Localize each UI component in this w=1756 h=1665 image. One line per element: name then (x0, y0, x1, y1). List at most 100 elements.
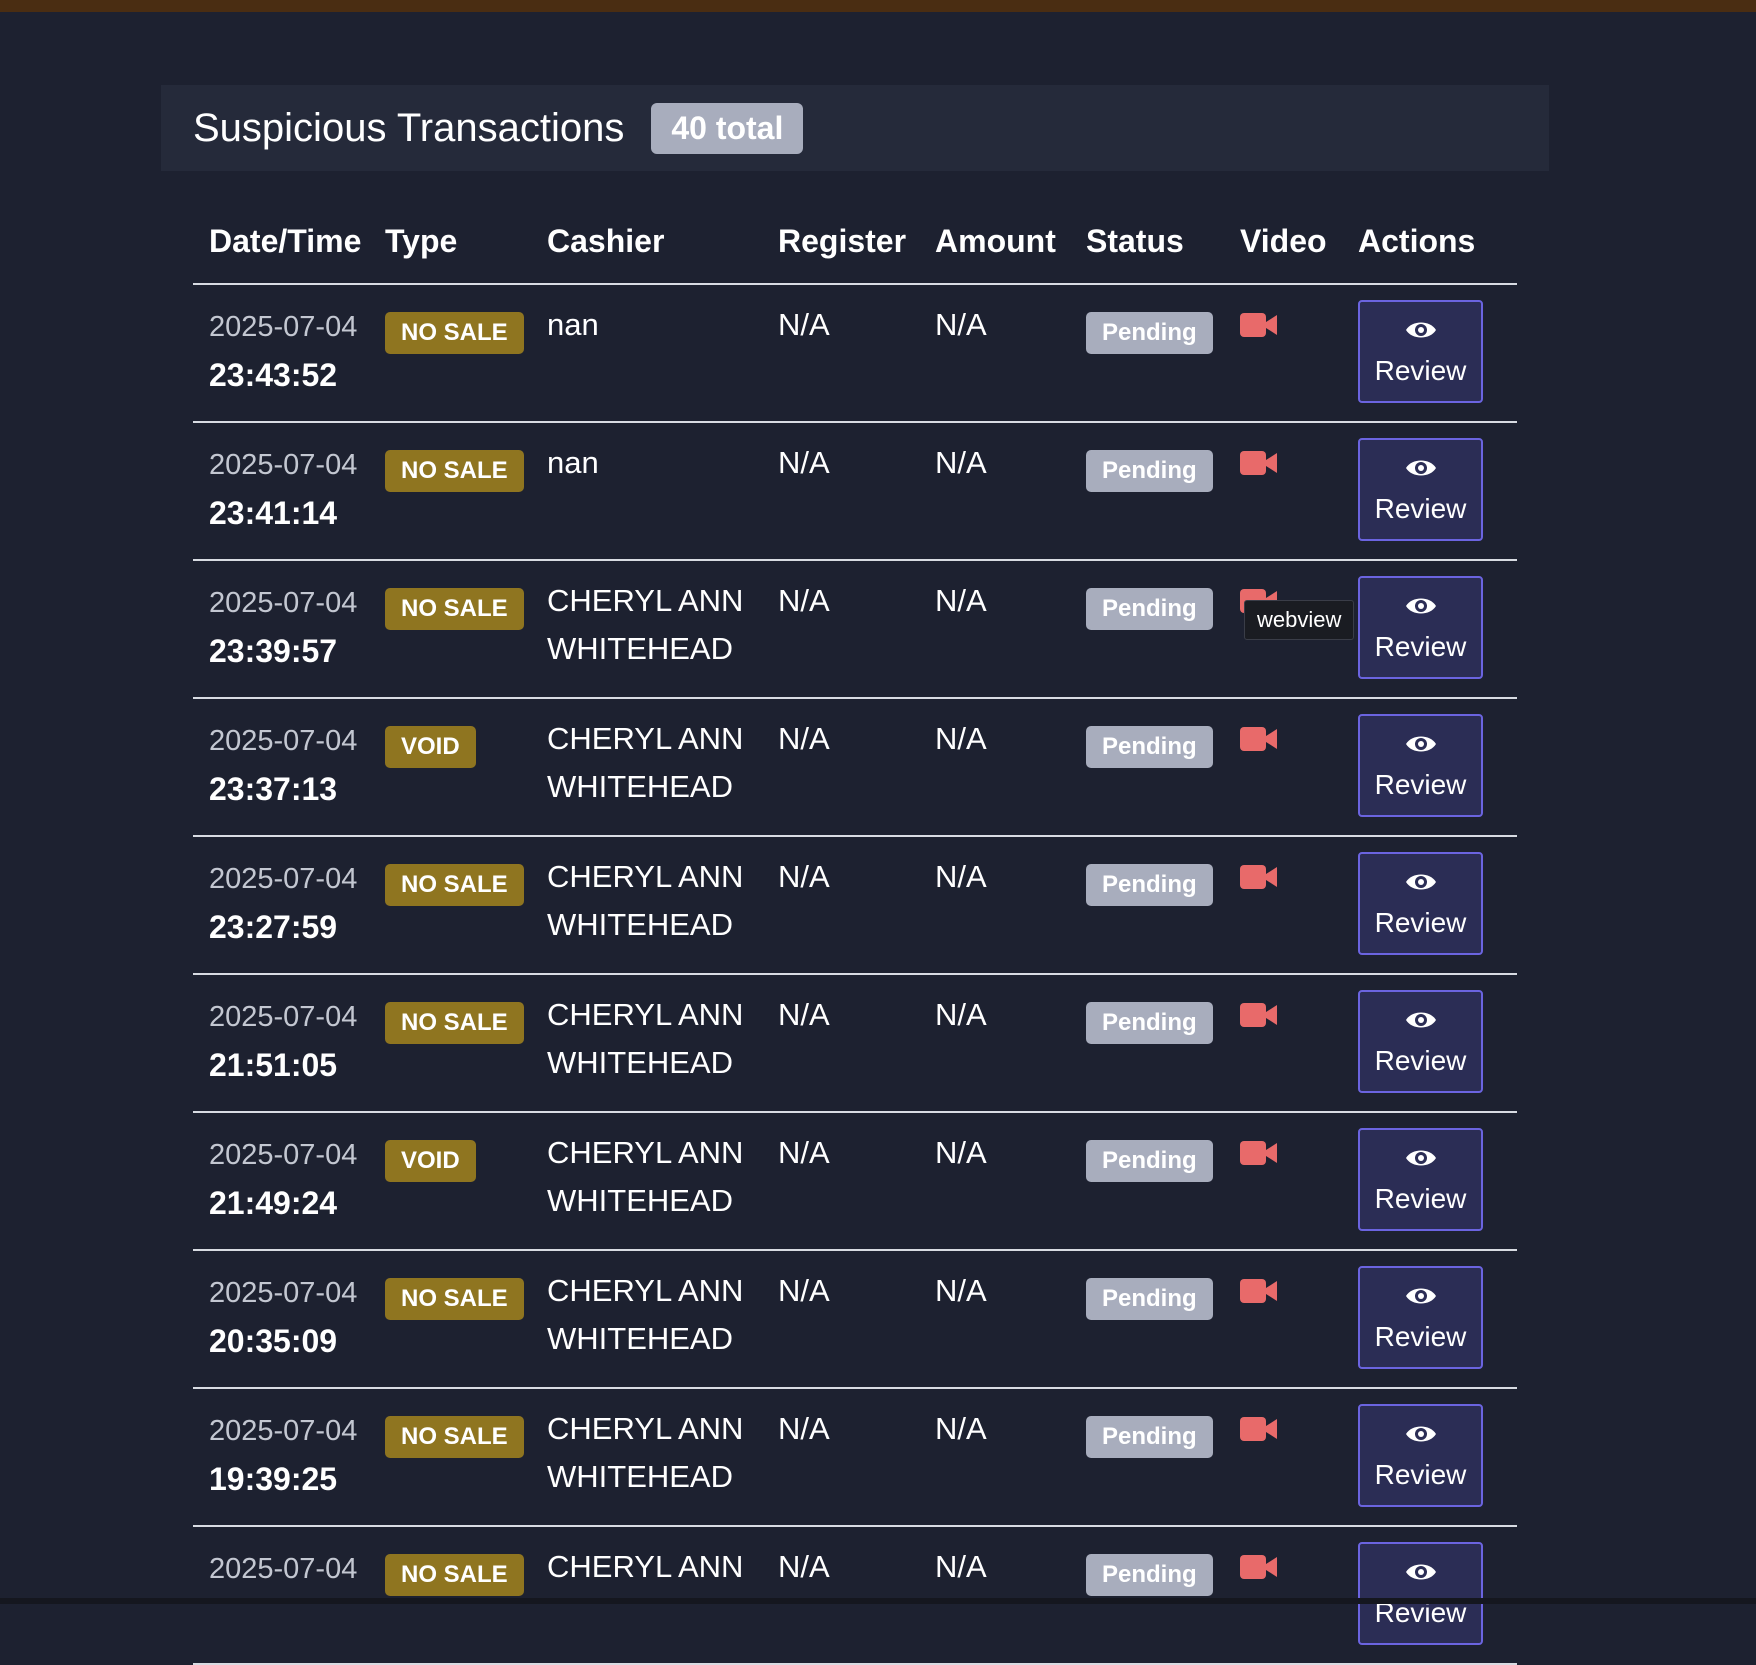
register-cell: N/A (778, 975, 935, 1111)
eye-icon (1404, 1007, 1438, 1039)
cashier-name-line: CHERYL ANN (547, 997, 744, 1032)
video-camera-icon[interactable] (1240, 864, 1278, 895)
amount-cell: N/A (935, 1527, 1086, 1663)
review-button[interactable]: Review (1358, 990, 1483, 1093)
column-header-video: Video (1240, 222, 1327, 259)
suspicious-transactions-panel: Suspicious Transactions 40 total Date/Ti… (161, 85, 1549, 1665)
type-cell: NO SALE (385, 1389, 547, 1525)
status-cell: Pending (1086, 561, 1240, 697)
type-badge: NO SALE (385, 864, 524, 906)
review-button[interactable]: Review (1358, 1266, 1483, 1369)
review-button[interactable]: Review (1358, 852, 1483, 955)
actions-cell: Review (1358, 837, 1517, 973)
type-cell: NO SALE (385, 423, 547, 559)
register-value: N/A (778, 1135, 830, 1170)
datetime-cell: 2025-07-04 23:41:14 (193, 423, 385, 559)
amount-value: N/A (935, 859, 987, 894)
register-cell: N/A (778, 1527, 935, 1663)
datetime-cell: 2025-07-04 19:39:25 (193, 1389, 385, 1525)
register-cell: N/A (778, 423, 935, 559)
panel-title: Suspicious Transactions (193, 105, 625, 150)
type-cell: NO SALE (385, 561, 547, 697)
review-label: Review (1374, 906, 1467, 938)
video-cell (1240, 423, 1358, 559)
status-badge: Pending (1086, 1002, 1213, 1044)
column-header-actions: Actions (1358, 222, 1476, 259)
amount-value: N/A (935, 445, 987, 480)
time-text: 23:27:59 (209, 909, 338, 945)
type-badge: NO SALE (385, 450, 524, 492)
video-camera-icon[interactable] (1240, 312, 1278, 343)
time-text: 21:51:05 (209, 1047, 338, 1083)
video-camera-icon[interactable] (1240, 726, 1278, 757)
date-text: 2025-07-04 (209, 449, 358, 481)
column-header-register: Register (778, 222, 907, 259)
date-text: 2025-07-04 (209, 1001, 358, 1033)
type-cell: VOID (385, 1113, 547, 1249)
status-badge: Pending (1086, 726, 1213, 768)
bottom-scroll-track (0, 1598, 1756, 1604)
type-cell: NO SALE (385, 837, 547, 973)
status-cell: Pending (1086, 423, 1240, 559)
review-button[interactable]: Review (1358, 714, 1483, 817)
video-camera-icon[interactable] (1240, 1140, 1278, 1171)
time-text: 23:37:13 (209, 771, 338, 807)
register-value: N/A (778, 307, 830, 342)
review-button[interactable]: Review (1358, 300, 1483, 403)
register-value: N/A (778, 1549, 830, 1584)
review-button[interactable]: Review (1358, 1542, 1483, 1645)
table-header: Date/Time Type Cashier Register Amount S… (193, 199, 1517, 285)
status-cell: Pending (1086, 1113, 1240, 1249)
amount-value: N/A (935, 721, 987, 756)
video-camera-icon[interactable] (1240, 1554, 1278, 1585)
video-camera-icon[interactable] (1240, 1278, 1278, 1309)
eye-icon (1404, 1283, 1438, 1315)
video-cell (1240, 1527, 1358, 1663)
amount-cell: N/A (935, 837, 1086, 973)
time-text: 23:41:14 (209, 495, 338, 531)
eye-icon (1404, 1559, 1438, 1591)
actions-cell: Review (1358, 285, 1517, 421)
status-cell: Pending (1086, 285, 1240, 421)
cashier-name-line: CHERYL ANN (547, 583, 744, 618)
video-cell (1240, 1251, 1358, 1387)
review-button[interactable]: Review (1358, 1128, 1483, 1231)
video-camera-icon[interactable] (1240, 1002, 1278, 1033)
review-button[interactable]: Review (1358, 438, 1483, 541)
video-camera-icon[interactable] (1240, 450, 1278, 481)
cashier-cell: CHERYL ANN WHITEHEAD (547, 1251, 778, 1387)
review-button[interactable]: Review (1358, 1404, 1483, 1507)
cashier-cell: CHERYL ANN WHITEHEAD (547, 837, 778, 973)
review-label: Review (1374, 492, 1467, 524)
top-accent-bar (0, 0, 1756, 12)
status-badge: Pending (1086, 1278, 1213, 1320)
status-badge: Pending (1086, 1140, 1213, 1182)
amount-value: N/A (935, 307, 987, 342)
table-body: 2025-07-04 23:43:52 NO SALE nan N/A N/A Pendin… (193, 285, 1517, 1665)
type-badge: NO SALE (385, 588, 524, 630)
time-text: 20:35:09 (209, 1323, 338, 1359)
datetime-cell: 2025-07-04 21:49:24 (193, 1113, 385, 1249)
cashier-cell: CHERYL ANN WHITEHEAD (547, 975, 778, 1111)
amount-cell: N/A (935, 423, 1086, 559)
status-cell: Pending (1086, 699, 1240, 835)
column-header-type: Type (385, 222, 458, 259)
actions-cell: Review (1358, 1113, 1517, 1249)
eye-icon (1404, 1421, 1438, 1453)
datetime-cell: 2025-07-04 (193, 1527, 385, 1663)
cashier-name-line: WHITEHEAD (547, 631, 733, 666)
status-badge: Pending (1086, 864, 1213, 906)
status-badge: Pending (1086, 1416, 1213, 1458)
review-button[interactable]: Review (1358, 576, 1483, 679)
date-text: 2025-07-04 (209, 1553, 358, 1585)
register-cell: N/A (778, 837, 935, 973)
date-text: 2025-07-04 (209, 587, 358, 619)
review-label: Review (1374, 768, 1467, 800)
column-header-cashier: Cashier (547, 222, 665, 259)
time-text: 23:43:52 (209, 357, 338, 393)
eye-icon (1404, 1145, 1438, 1177)
register-cell: N/A (778, 1113, 935, 1249)
status-cell: Pending (1086, 1389, 1240, 1525)
amount-value: N/A (935, 1135, 987, 1170)
video-camera-icon[interactable] (1240, 1416, 1278, 1447)
